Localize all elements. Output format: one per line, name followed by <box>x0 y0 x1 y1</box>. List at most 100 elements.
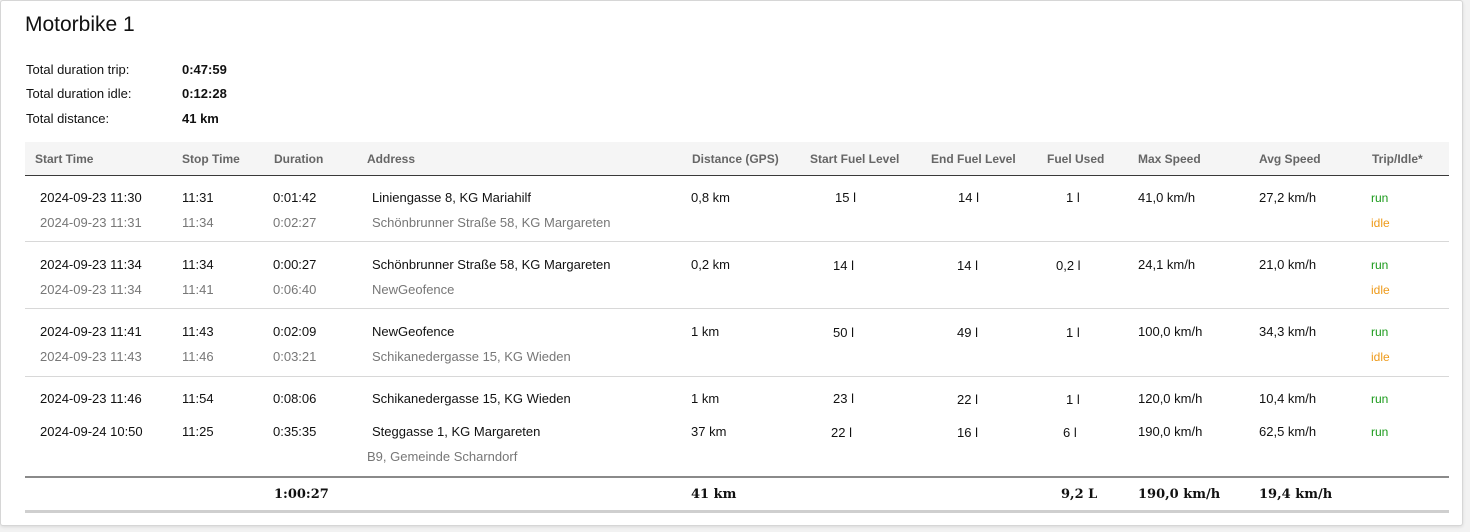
row-type-badge: idle <box>1371 216 1390 230</box>
table-bottom-border <box>25 510 1449 513</box>
summary-value-trip-duration: 0:47:59 <box>182 62 227 77</box>
row-start-time: 2024-09-23 11:34 <box>40 282 142 297</box>
summary-label-trip-duration: Total duration trip: <box>26 62 130 77</box>
row-start-fuel: 22 l <box>831 425 852 440</box>
row-duration: 0:02:09 <box>273 324 317 339</box>
row-start-time: 2024-09-23 11:43 <box>40 349 142 364</box>
row-end-fuel: 14 l <box>957 258 978 273</box>
table-header: Start Time Stop Time Duration Address Di… <box>25 142 1449 176</box>
row-avg-speed: 62,5 km/h <box>1259 424 1317 439</box>
row-divider <box>25 376 1449 377</box>
row-start-time: 2024-09-23 11:46 <box>40 391 142 406</box>
row-distance: 1 km <box>691 391 720 406</box>
total-distance: 41 km <box>691 487 737 502</box>
row-end-address: B9, Gemeinde Scharndorf <box>367 449 518 464</box>
column-header-duration[interactable]: Duration <box>274 152 323 166</box>
column-header-stop-time[interactable]: Stop Time <box>182 152 240 166</box>
row-address: NewGeofence <box>372 282 455 297</box>
row-start-time: 2024-09-23 11:41 <box>40 324 142 339</box>
row-start-time: 2024-09-23 11:34 <box>40 257 142 272</box>
row-address: NewGeofence <box>372 324 455 339</box>
row-address: Schönbrunner Straße 58, KG Margareten <box>372 215 611 230</box>
row-distance: 0,8 km <box>691 190 731 205</box>
row-start-fuel: 14 l <box>833 258 854 273</box>
row-start-time: 2024-09-23 11:30 <box>40 190 142 205</box>
row-max-speed: 100,0 km/h <box>1138 324 1203 339</box>
column-header-distance[interactable]: Distance (GPS) <box>692 152 779 166</box>
total-duration: 1:00:27 <box>274 487 329 502</box>
row-avg-speed: 21,0 km/h <box>1259 257 1317 272</box>
row-fuel-used: 0,2 l <box>1056 258 1081 273</box>
summary-value-total-distance: 41 km <box>182 111 219 126</box>
page-title: Motorbike 1 <box>25 13 135 36</box>
row-stop-time: 11:34 <box>182 215 214 230</box>
column-header-max-speed[interactable]: Max Speed <box>1138 152 1201 166</box>
row-address: Schönbrunner Straße 58, KG Margareten <box>372 257 611 272</box>
total-max-speed: 190,0 km/h <box>1138 487 1221 502</box>
row-start-fuel: 15 l <box>835 190 856 205</box>
totals-divider <box>25 476 1449 478</box>
summary-label-total-distance: Total distance: <box>26 111 110 126</box>
row-stop-time: 11:54 <box>182 391 214 406</box>
row-end-fuel: 22 l <box>957 392 978 407</box>
row-avg-speed: 27,2 km/h <box>1259 190 1317 205</box>
row-fuel-used: 1 l <box>1066 325 1080 340</box>
row-max-speed: 120,0 km/h <box>1138 391 1203 406</box>
row-start-fuel: 23 l <box>833 391 854 406</box>
row-end-fuel: 49 l <box>957 325 978 340</box>
row-max-speed: 41,0 km/h <box>1138 190 1196 205</box>
row-address: Steggasse 1, KG Margareten <box>372 424 541 439</box>
row-max-speed: 190,0 km/h <box>1138 424 1203 439</box>
summary-label-idle-duration: Total duration idle: <box>26 86 132 101</box>
column-header-address[interactable]: Address <box>367 152 415 166</box>
row-duration: 0:35:35 <box>273 424 317 439</box>
row-type-badge: run <box>1371 425 1389 439</box>
row-duration: 0:00:27 <box>273 257 317 272</box>
row-type-badge: run <box>1371 392 1389 406</box>
column-header-avg-speed[interactable]: Avg Speed <box>1259 152 1321 166</box>
row-fuel-used: 6 l <box>1063 425 1077 440</box>
row-address: Liniengasse 8, KG Mariahilf <box>372 190 531 205</box>
row-start-fuel: 50 l <box>833 325 854 340</box>
row-stop-time: 11:43 <box>182 324 214 339</box>
row-fuel-used: 1 l <box>1066 190 1080 205</box>
row-distance: 37 km <box>691 424 727 439</box>
row-stop-time: 11:34 <box>182 257 214 272</box>
total-fuel-used: 9,2 L <box>1061 487 1098 502</box>
total-avg-speed: 19,4 km/h <box>1259 487 1333 502</box>
row-duration: 0:06:40 <box>273 282 317 297</box>
row-duration: 0:03:21 <box>273 349 317 364</box>
row-address: Schikanedergasse 15, KG Wieden <box>372 349 571 364</box>
row-avg-speed: 10,4 km/h <box>1259 391 1317 406</box>
row-distance: 0,2 km <box>691 257 731 272</box>
row-start-time: 2024-09-24 10:50 <box>40 424 143 439</box>
row-fuel-used: 1 l <box>1066 392 1080 407</box>
row-stop-time: 11:31 <box>182 190 214 205</box>
row-type-badge: run <box>1371 191 1389 205</box>
row-divider <box>25 308 1449 309</box>
row-type-badge: idle <box>1371 350 1390 364</box>
row-end-fuel: 14 l <box>958 190 979 205</box>
row-address: Schikanedergasse 15, KG Wieden <box>372 391 571 406</box>
row-distance: 1 km <box>691 324 720 339</box>
row-stop-time: 11:46 <box>182 349 214 364</box>
column-header-fuel-used[interactable]: Fuel Used <box>1047 152 1104 166</box>
row-type-badge: run <box>1371 325 1389 339</box>
row-duration: 0:01:42 <box>273 190 317 205</box>
summary-value-idle-duration: 0:12:28 <box>182 86 227 101</box>
column-header-end-fuel[interactable]: End Fuel Level <box>931 152 1016 166</box>
row-type-badge: run <box>1371 258 1389 272</box>
row-type-badge: idle <box>1371 283 1390 297</box>
row-stop-time: 11:41 <box>182 282 214 297</box>
column-header-start-time[interactable]: Start Time <box>35 152 93 166</box>
row-avg-speed: 34,3 km/h <box>1259 324 1317 339</box>
row-start-time: 2024-09-23 11:31 <box>40 215 142 230</box>
row-duration: 0:02:27 <box>273 215 317 230</box>
row-stop-time: 11:25 <box>182 424 214 439</box>
row-end-fuel: 16 l <box>957 425 978 440</box>
row-duration: 0:08:06 <box>273 391 317 406</box>
column-header-trip-idle[interactable]: Trip/Idle* <box>1372 152 1423 166</box>
column-header-start-fuel[interactable]: Start Fuel Level <box>810 152 899 166</box>
trip-report-card: Motorbike 1 Total duration trip: 0:47:59… <box>0 0 1463 526</box>
row-divider <box>25 241 1449 242</box>
